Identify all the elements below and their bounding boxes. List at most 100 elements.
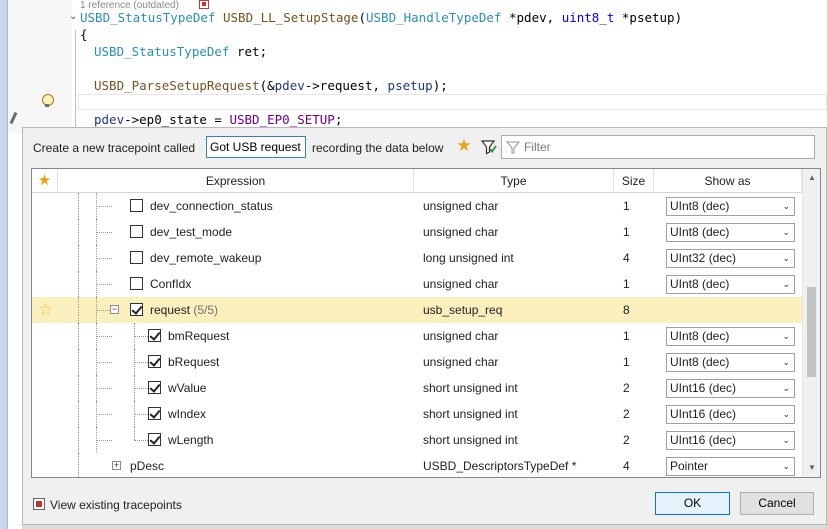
table-row[interactable]: wLength short unsigned int 2 UInt16 (dec) ⌄ (32, 427, 804, 453)
tree-guide (96, 440, 112, 441)
table-row[interactable]: dev_remote_wakeup long unsigned int 4 UInt3… (32, 245, 804, 271)
size-cell: 1 (623, 225, 630, 239)
show-as-dropdown[interactable]: UInt8 (dec) ⌄ (666, 275, 795, 294)
include-checkbox[interactable] (130, 303, 143, 316)
tree-guide (134, 388, 148, 389)
include-checkbox[interactable] (148, 407, 161, 420)
type-cell: long unsigned int (423, 251, 514, 265)
expression-label: dev_connection_status (150, 199, 273, 213)
table-row[interactable]: dev_connection_status unsigned char 1 UInt8… (32, 193, 804, 219)
tree-guide (96, 388, 112, 389)
tree-guide (78, 245, 79, 271)
include-checkbox[interactable] (148, 355, 161, 368)
cancel-button[interactable]: Cancel (740, 492, 814, 515)
scroll-up-icon[interactable]: ▲ (803, 170, 820, 186)
table-row[interactable]: ☆ − request (5/5) usb_setup_req 8 (32, 297, 804, 323)
favorite-star-icon[interactable]: ☆ (38, 301, 53, 319)
table-row[interactable]: dev_test_mode unsigned char 1 UInt8 (dec) ⌄ (32, 219, 804, 245)
chevron-down-icon[interactable]: ⌄ (782, 458, 790, 475)
chevron-down-icon[interactable]: ⌄ (782, 432, 790, 449)
tree-guide (78, 219, 79, 245)
expression-table[interactable]: ★ Expression Type Size Show as dev_conne… (31, 168, 821, 478)
table-row[interactable]: bmRequest unsigned char 1 UInt8 (dec) ⌄ (32, 323, 804, 349)
show-as-dropdown[interactable]: UInt8 (dec) ⌄ (666, 327, 795, 346)
codelens-tracepoint-icon[interactable] (199, 0, 209, 9)
show-as-value: UInt32 (dec) (670, 251, 737, 265)
include-checkbox[interactable] (130, 199, 143, 212)
lightbulb-icon[interactable] (41, 94, 54, 108)
chevron-down-icon[interactable]: ⌄ (782, 328, 790, 345)
show-as-dropdown[interactable]: UInt16 (dec) ⌄ (666, 379, 795, 398)
expression-name: dev_test_mode (150, 219, 232, 245)
column-header-size[interactable]: Size (614, 169, 654, 193)
show-as-dropdown[interactable]: UInt8 (dec) ⌄ (666, 353, 795, 372)
collapse-icon[interactable]: − (110, 305, 119, 314)
chevron-down-icon[interactable]: ⌄ (782, 276, 790, 293)
show-as-value: UInt8 (dec) (670, 355, 730, 369)
tracepoint-dialog: Create a new tracepoint called recording… (22, 127, 827, 525)
include-checkbox[interactable] (130, 225, 143, 238)
size-cell: 4 (623, 459, 630, 473)
tracepoint-icon (33, 498, 45, 510)
include-checkbox[interactable] (148, 433, 161, 446)
chevron-down-icon[interactable]: ⌄ (782, 406, 790, 423)
code-editor[interactable]: 1 reference (outdated) ⌄ USBD_StatusType… (0, 0, 827, 133)
chevron-down-icon[interactable]: ⌄ (782, 224, 790, 241)
tree-guide (96, 206, 112, 207)
show-as-dropdown[interactable]: Pointer ⌄ (666, 457, 795, 476)
table-row[interactable]: bRequest unsigned char 1 UInt8 (dec) ⌄ (32, 349, 804, 375)
table-row[interactable]: wIndex short unsigned int 2 UInt16 (dec) ⌄ (32, 401, 804, 427)
size-cell: 1 (623, 355, 630, 369)
expression-label: bmRequest (168, 329, 230, 343)
scroll-down-icon[interactable]: ▼ (803, 460, 820, 476)
tracepoint-name-input[interactable] (206, 136, 306, 158)
include-checkbox[interactable] (130, 251, 143, 264)
left-tool-strip-border (7, 0, 8, 529)
tree-guide (134, 427, 135, 440)
filter-input[interactable] (524, 138, 812, 156)
include-checkbox[interactable] (148, 329, 161, 342)
show-as-dropdown[interactable]: UInt16 (dec) ⌄ (666, 405, 795, 424)
type-cell: short unsigned int (423, 407, 518, 421)
expand-icon[interactable]: + (112, 461, 121, 470)
chevron-down-icon[interactable]: ⌄ (782, 354, 790, 371)
table-row[interactable]: ConfIdx unsigned char 1 UInt8 (dec) ⌄ (32, 271, 804, 297)
include-checkbox[interactable] (148, 381, 161, 394)
expression-name: bRequest (168, 349, 219, 375)
column-header-show-as[interactable]: Show as (654, 169, 802, 193)
type-cell: usb_setup_req (423, 303, 503, 317)
collapse-function-icon[interactable]: ⌄ (69, 11, 77, 22)
include-checkbox[interactable] (130, 277, 143, 290)
tree-guide (96, 258, 112, 259)
table-row[interactable]: + pDesc USBD_DescriptorsTypeDef * 4 Pointer ⌄ (32, 453, 804, 477)
expression-label: dev_test_mode (150, 225, 233, 239)
vertical-scrollbar[interactable]: ▲ ▼ (802, 169, 820, 477)
favorite-column-star-icon[interactable]: ★ (32, 169, 58, 193)
show-as-dropdown[interactable]: UInt16 (dec) ⌄ (666, 431, 795, 450)
column-header-type[interactable]: Type (414, 169, 614, 193)
current-line-highlight (78, 94, 827, 110)
show-as-dropdown[interactable]: UInt32 (dec) ⌄ (666, 249, 795, 268)
chevron-down-icon[interactable]: ⌄ (782, 250, 790, 267)
star-icon[interactable]: ★ (455, 137, 473, 155)
show-as-dropdown[interactable]: UInt8 (dec) ⌄ (666, 223, 795, 242)
filter-box[interactable] (501, 135, 815, 159)
left-tool-strip (0, 0, 7, 529)
tree-guide (78, 401, 79, 427)
size-cell: 2 (623, 381, 630, 395)
type-cell: unsigned char (423, 199, 499, 213)
type-cell: unsigned char (423, 329, 499, 343)
code-line-brace: { (80, 27, 88, 42)
scroll-thumb[interactable] (807, 287, 816, 377)
show-as-value: UInt8 (dec) (670, 199, 730, 213)
create-label: Create a new tracepoint called (33, 141, 196, 155)
table-row[interactable]: wValue short unsigned int 2 UInt16 (dec) ⌄ (32, 375, 804, 401)
column-header-expression[interactable]: Expression (58, 169, 414, 193)
chevron-down-icon[interactable]: ⌄ (782, 380, 790, 397)
ok-button[interactable]: OK (655, 492, 730, 515)
chevron-down-icon[interactable]: ⌄ (782, 198, 790, 215)
show-as-dropdown[interactable]: UInt8 (dec) ⌄ (666, 197, 795, 216)
funnel-icon[interactable] (480, 138, 498, 156)
tree-guide (96, 284, 112, 285)
view-existing-label[interactable]: View existing tracepoints (50, 498, 182, 512)
